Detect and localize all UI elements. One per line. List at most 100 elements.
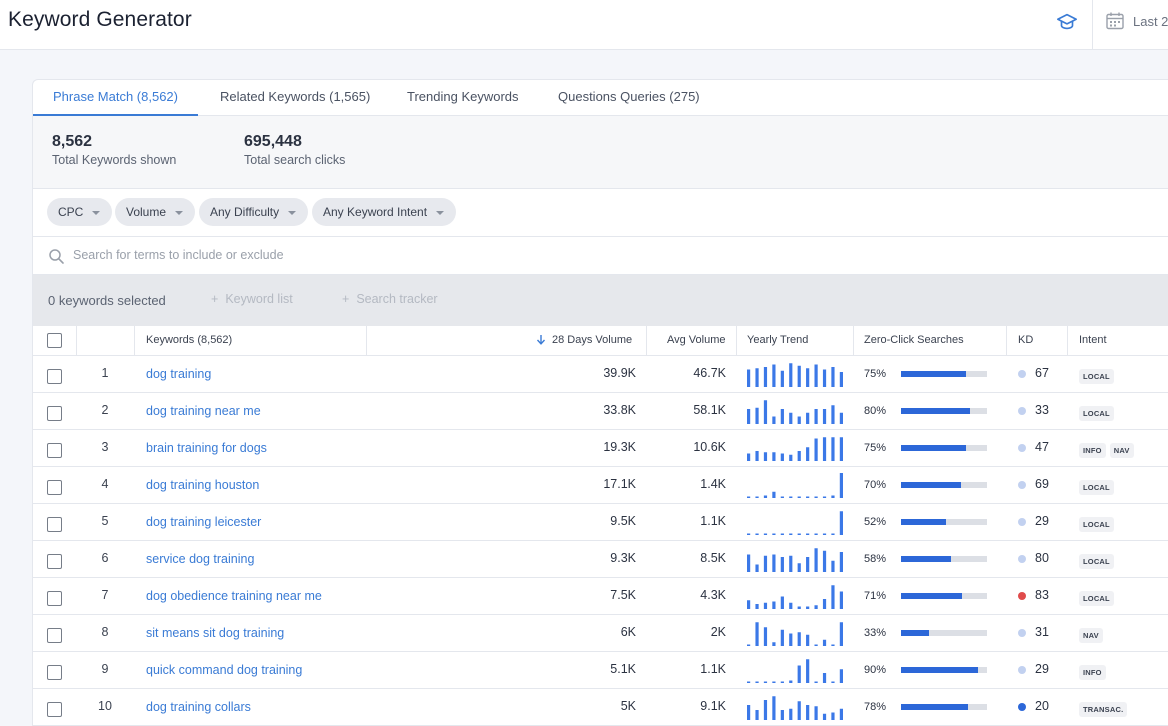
trend-bar — [839, 473, 843, 498]
trend-bar — [831, 367, 835, 387]
row-checkbox[interactable] — [47, 591, 62, 606]
column-header-intent[interactable]: Intent — [1079, 326, 1107, 356]
plus-icon: + — [211, 292, 219, 306]
row-checkbox[interactable] — [47, 628, 62, 643]
volume-28-days: 5K — [620, 699, 636, 713]
trend-bar — [822, 369, 827, 387]
column-header-28-days-volume[interactable]: 28 Days Volume — [536, 326, 632, 356]
intent-badges: NAV — [1079, 625, 1107, 643]
tab-questions-queries[interactable]: Questions Queries (275) — [558, 80, 700, 116]
zero-click-percent: 75% — [864, 368, 887, 380]
keyword-link[interactable]: sit means sit dog training — [146, 626, 284, 640]
trend-bar — [814, 533, 818, 535]
intent-badges: LOCAL — [1079, 403, 1118, 421]
trend-bar — [747, 496, 751, 498]
keyword-link[interactable]: service dog training — [146, 552, 254, 566]
zero-click-bar-fill — [901, 593, 963, 599]
action-label: Keyword list — [225, 292, 293, 306]
row-number: 8 — [101, 625, 109, 639]
page-title: Keyword Generator — [8, 8, 192, 31]
filter-cpc[interactable]: CPC — [47, 198, 113, 226]
keyword-link[interactable]: dog training leicester — [146, 515, 261, 529]
trend-bar — [839, 511, 843, 535]
tab-bar: Phrase Match (8,562) Related Keywords (1… — [33, 80, 1168, 116]
table-row: 2 dog training near me 33.8K 58.1K 80% 33 LOCA… — [33, 393, 1168, 430]
keyword-link[interactable]: brain training for dogs — [146, 441, 267, 455]
date-range-button[interactable]: Last 2 — [1133, 14, 1168, 29]
column-header-keywords[interactable]: Keywords (8,562) — [146, 326, 232, 356]
column-header-kd[interactable]: KD — [1018, 326, 1033, 356]
trend-bar — [772, 681, 776, 683]
kd-indicator-dot — [1018, 592, 1026, 600]
keyword-link[interactable]: quick command dog training — [146, 663, 302, 677]
volume-28-days: 9.5K — [610, 514, 636, 528]
trend-bar — [831, 681, 835, 683]
trend-bar — [747, 533, 751, 535]
column-header-avg-volume[interactable]: Avg Volume — [667, 326, 726, 356]
avg-volume: 9.1K — [700, 699, 726, 713]
trend-bar — [831, 533, 835, 535]
trend-bar — [747, 705, 751, 720]
yearly-trend-chart — [747, 399, 843, 424]
trend-bar — [822, 409, 827, 424]
keyword-link[interactable]: dog training collars — [146, 700, 251, 714]
trend-bar — [747, 409, 751, 424]
tab-phrase-match[interactable]: Phrase Match (8,562) — [33, 80, 198, 116]
kd-indicator-dot — [1018, 703, 1026, 711]
column-header-zero-click[interactable]: Zero-Click Searches — [864, 326, 964, 356]
row-checkbox[interactable] — [47, 517, 62, 532]
trend-bar — [763, 555, 768, 572]
trend-bar — [780, 453, 784, 461]
trend-bar — [789, 708, 793, 720]
search-bar — [33, 237, 1168, 275]
keyword-link[interactable]: dog training — [146, 367, 211, 381]
add-to-search-tracker-button[interactable]: + Search tracker — [342, 292, 438, 306]
column-divider — [736, 326, 737, 356]
row-checkbox[interactable] — [47, 702, 62, 717]
row-checkbox[interactable] — [47, 480, 62, 495]
tab-related-keywords[interactable]: Related Keywords (1,565) — [220, 80, 370, 116]
trend-bar — [806, 557, 810, 572]
row-checkbox[interactable] — [47, 369, 62, 384]
trend-bar — [806, 496, 810, 498]
filter-keyword-intent[interactable]: Any Keyword Intent — [312, 198, 457, 226]
trend-bar — [814, 364, 818, 387]
row-checkbox[interactable] — [47, 406, 62, 421]
trend-bar — [763, 367, 768, 387]
kd-indicator-dot — [1018, 444, 1026, 452]
search-input[interactable] — [73, 244, 573, 266]
row-checkbox[interactable] — [47, 443, 62, 458]
row-number: 6 — [101, 551, 109, 565]
yearly-trend-chart — [747, 510, 843, 535]
trend-bar — [747, 554, 751, 572]
row-checkbox[interactable] — [47, 554, 62, 569]
filter-bar: CPC Volume Any Difficulty Any Keyword In… — [33, 189, 1168, 237]
filter-volume[interactable]: Volume — [115, 198, 196, 226]
add-to-keyword-list-button[interactable]: + Keyword list — [211, 292, 293, 306]
trend-bar — [780, 409, 784, 424]
row-number: 10 — [98, 699, 112, 713]
zero-click-percent: 90% — [864, 664, 887, 676]
top-divider — [1092, 0, 1093, 50]
keyword-link[interactable]: dog obedience training near me — [146, 589, 322, 603]
kd-value: 80 — [1035, 551, 1049, 565]
keyword-link[interactable]: dog training near me — [146, 404, 261, 418]
intent-badges: LOCAL — [1079, 551, 1118, 569]
table-row: 10 dog training collars 5K 9.1K 78% 20 TRANSAC… — [33, 689, 1168, 726]
table-row: 5 dog training leicester 9.5K 1.1K 52% 29 LOCA… — [33, 504, 1168, 541]
calendar-icon[interactable] — [1105, 11, 1125, 31]
trend-bar — [763, 700, 768, 720]
zero-click-bar-fill — [901, 519, 946, 525]
tab-trending-keywords[interactable]: Trending Keywords — [407, 80, 519, 116]
trend-bar — [780, 557, 784, 572]
trend-bar — [763, 627, 768, 646]
select-all-checkbox[interactable] — [47, 333, 62, 348]
row-checkbox[interactable] — [47, 665, 62, 680]
yearly-trend-chart — [747, 436, 843, 461]
graduation-cap-icon[interactable] — [1056, 11, 1078, 33]
column-header-yearly-trend[interactable]: Yearly Trend — [747, 326, 808, 356]
keyword-link[interactable]: dog training houston — [146, 478, 259, 492]
trend-bar — [789, 680, 793, 683]
filter-difficulty[interactable]: Any Difficulty — [199, 198, 309, 226]
volume-28-days: 17.1K — [603, 477, 636, 491]
